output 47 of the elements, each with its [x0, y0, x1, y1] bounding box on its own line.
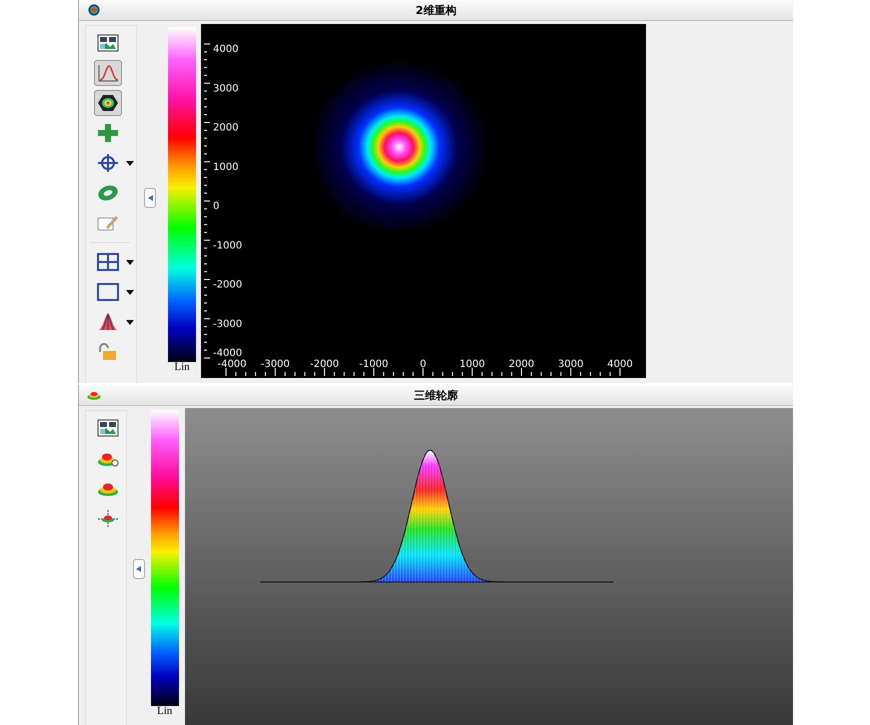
surface-icon — [87, 389, 101, 401]
window-title: 三维轮廓 — [414, 388, 458, 402]
pencil-icon — [97, 214, 119, 232]
colorbar-scale-label: Lin — [174, 362, 190, 373]
collapse-button[interactable] — [144, 188, 156, 208]
x-axis-tick-label: -3000 — [260, 359, 290, 370]
window-title: 2维重构 — [416, 2, 456, 18]
x-axis-tick-label: -1000 — [359, 359, 388, 370]
colorbar-scale-label: Lin — [156, 706, 172, 717]
hexagon-icon — [97, 94, 119, 112]
image-icon — [97, 419, 119, 437]
x-axis-tick-label: 4000 — [607, 359, 633, 370]
y-axis-tick-label: -4000 — [213, 348, 242, 359]
surface-icon — [97, 509, 119, 527]
x-axis-tick-label: 2000 — [508, 359, 534, 370]
caret-icon[interactable] — [126, 290, 134, 294]
y-axis-tick-label: 4000 — [213, 44, 238, 55]
ring-icon — [97, 184, 119, 202]
y-axis-tick-label: -3000 — [213, 318, 242, 330]
x-axis-tick-label: 0 — [420, 359, 426, 370]
y-axis-tick-label: 0 — [213, 201, 220, 212]
lock-icon — [97, 343, 119, 361]
image-icon — [97, 34, 119, 52]
grid-icon — [97, 253, 119, 271]
x-axis-tick-label: 1000 — [460, 359, 485, 370]
caret-icon[interactable] — [126, 320, 134, 324]
bell-curve-icon — [97, 64, 119, 82]
left-triangle-icon — [148, 195, 152, 201]
y-axis-tick-label: -2000 — [213, 280, 242, 290]
tool-button[interactable] — [94, 60, 122, 86]
x-axis-tick-label: 3000 — [558, 359, 584, 370]
caret-icon[interactable] — [126, 160, 134, 166]
x-axis-tick-label: -4000 — [217, 359, 247, 370]
beam-spot-icon — [87, 4, 101, 16]
tool-button[interactable] — [94, 90, 122, 116]
left-triangle-icon — [136, 566, 142, 572]
collapse-button[interactable] — [132, 559, 145, 579]
x-axis-tick-label: -2000 — [310, 359, 340, 370]
y-axis-tick-label: -1000 — [213, 240, 242, 252]
y-axis-tick-label: 1000 — [213, 162, 238, 173]
caret-icon[interactable] — [126, 260, 134, 264]
plus-icon — [97, 124, 119, 142]
crosshair-icon — [97, 154, 119, 172]
y-axis-tick-label: 2000 — [213, 122, 238, 134]
peak-icon — [97, 313, 119, 331]
y-axis-tick-label: 3000 — [213, 83, 238, 94]
rectangle-icon — [97, 283, 119, 301]
